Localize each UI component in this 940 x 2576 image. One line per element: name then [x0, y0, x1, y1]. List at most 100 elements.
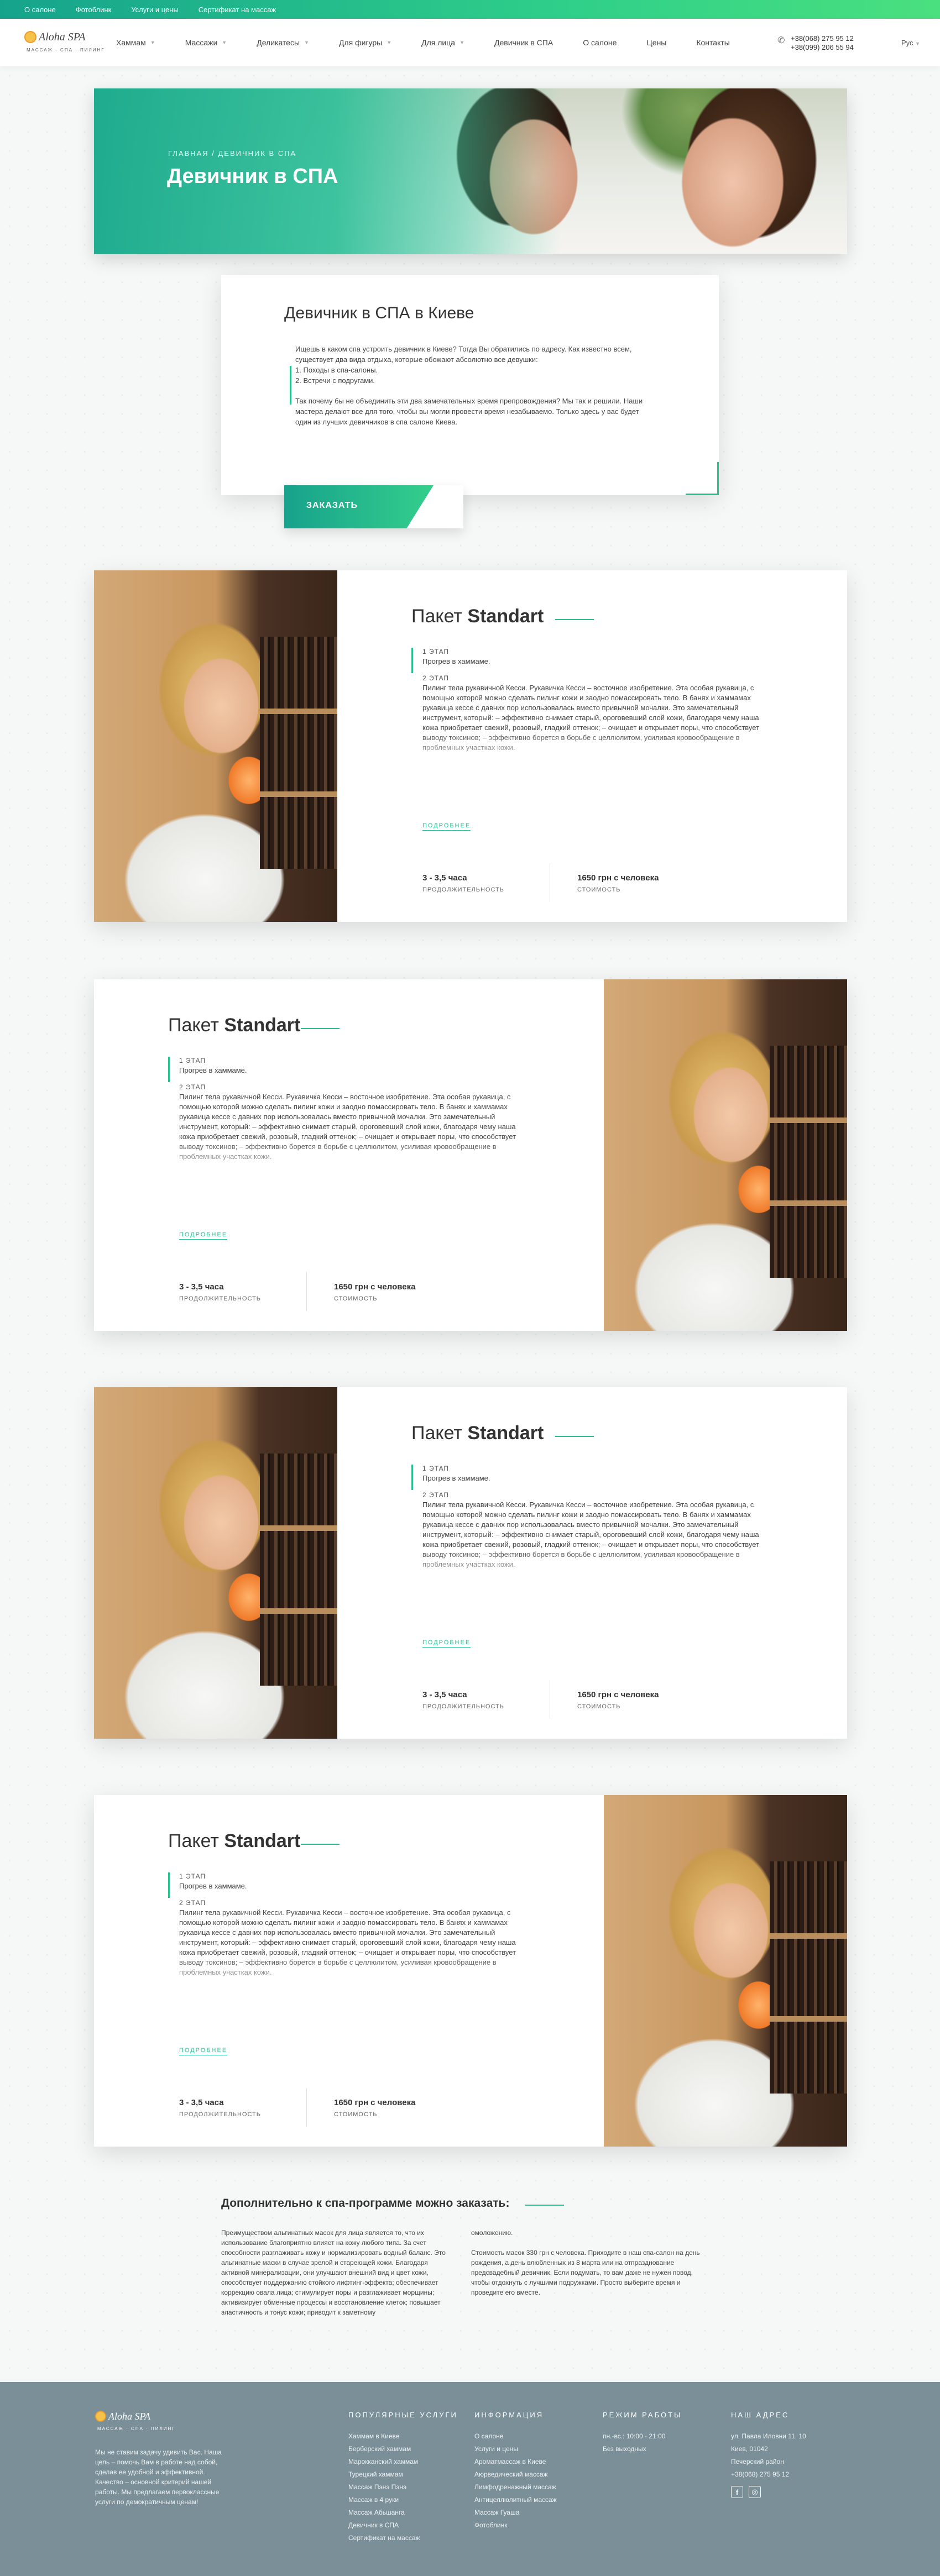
phones: ✆ +38(068) 275 95 12 +38(099) 206 55 94 [777, 34, 854, 52]
sun-icon [24, 31, 36, 43]
price-label: СТОИМОСТЬ [334, 1295, 378, 1302]
order-button[interactable]: ЗАКАЗАТЬ [284, 485, 463, 528]
footer-address: НАШ АДРЕС ул. Павла Иловни 11, 10 Киев, … [731, 2411, 806, 2481]
more-link[interactable]: ПОДРОБНЕЕ [422, 822, 471, 831]
top-link-certificate[interactable]: Сертификат на массаж [199, 6, 276, 14]
package-content: Пакет Standart 1 ЭТАП Прогрев в хаммаме. … [337, 1387, 847, 1739]
nav-label: Девичник в СПА [494, 38, 553, 47]
logo-name: Aloha SPA [108, 2411, 151, 2422]
title-line [555, 1436, 594, 1437]
package-title-name: Standart [467, 1423, 544, 1444]
phone-1[interactable]: +38(068) 275 95 12 [791, 34, 854, 43]
step-number: 1 ЭТАП [179, 1872, 206, 1880]
footer-link[interactable]: Массаж Абьшанга [348, 2506, 458, 2519]
step-number: 1 ЭТАП [422, 1465, 450, 1472]
duration-label: ПРОДОЛЖИТЕЛЬНОСТЬ [179, 1295, 261, 1302]
bookshelf [770, 1861, 847, 2094]
shelf [770, 2016, 847, 2022]
step-number: 1 ЭТАП [422, 648, 450, 655]
shelf [260, 709, 337, 714]
extras-section: Дополнительно к спа-программе можно зака… [221, 2197, 719, 2341]
duration-label: ПРОДОЛЖИТЕЛЬНОСТЬ [179, 2111, 261, 2118]
nav-item-about[interactable]: О салоне [583, 38, 617, 47]
more-link[interactable]: ПОДРОБНЕЕ [422, 1639, 471, 1648]
nav-label: Цены [646, 38, 667, 47]
top-link-photo[interactable]: Фотоблинк [76, 6, 111, 14]
bookshelf [770, 1046, 847, 1278]
extras-paragraph: омоложению. [471, 2229, 513, 2237]
footer-link[interactable]: Ароматмассаж в Киеве [474, 2456, 557, 2468]
top-link-about[interactable]: О салоне [24, 6, 56, 14]
nav-item-face[interactable]: Для лица ▼ [421, 38, 464, 47]
nav-item-figure[interactable]: Для фигуры ▼ [339, 38, 391, 47]
package-title-name: Standart [224, 1015, 301, 1036]
package-card: Пакет Standart 1 ЭТАП Прогрев в хаммаме. … [94, 1387, 847, 1739]
footer-logo[interactable]: Aloha SPA МАССАЖ · СПА · ПИЛИНГ [95, 2409, 175, 2436]
logo-name: Aloha SPA [39, 31, 86, 43]
duration-value: 3 - 3,5 часа [179, 2098, 224, 2107]
price-value: 1650 грн с человека [577, 1690, 659, 1699]
footer-link[interactable]: Хаммам в Киеве [348, 2430, 458, 2443]
duration-value: 3 - 3,5 часа [422, 1690, 467, 1699]
package-card: Пакет Standart 1 ЭТАП Прогрев в хаммаме. … [94, 570, 847, 922]
footer-hours: РЕЖИМ РАБОТЫ пн.-вс.: 10:00 - 21:00 Без … [603, 2411, 682, 2456]
phone-icon: ✆ [777, 36, 785, 45]
footer-link[interactable]: Антицеллюлитный массаж [474, 2494, 557, 2506]
nav-label: Для фигуры [338, 38, 383, 47]
footer-link[interactable]: Турецкий хаммам [348, 2468, 458, 2481]
social-links: f ◎ [731, 2486, 761, 2498]
nav-item-massages[interactable]: Массажи ▼ [185, 38, 227, 47]
bookshelf [260, 1454, 337, 1686]
package-title-name: Standart [467, 606, 544, 627]
footer-link[interactable]: Девичник в СПА [348, 2519, 458, 2532]
more-link[interactable]: ПОДРОБНЕЕ [179, 2047, 228, 2055]
footer-link[interactable]: Сертификат на массаж [348, 2532, 458, 2544]
order-button-label: ЗАКАЗАТЬ [306, 501, 358, 510]
footer-link[interactable]: Фотоблинк [474, 2519, 557, 2532]
nav-item-prices[interactable]: Цены [646, 38, 666, 47]
nav-item-delicacies[interactable]: Деликатесы ▼ [257, 38, 309, 47]
chevron-down-icon: ▼ [915, 41, 921, 46]
package-steps: 1 ЭТАП Прогрев в хаммаме. 2 ЭТАП Пилинг те… [411, 1463, 765, 1588]
bookshelf [260, 637, 337, 869]
package-title-prefix: Пакет [168, 1830, 219, 1851]
footer-link[interactable]: Массаж Пэнэ Пэнэ [348, 2481, 458, 2494]
main-nav: Хаммам ▼ Массажи ▼ Деликатесы ▼ Для фигуры ▼… [116, 19, 760, 66]
nav-item-bachelorette[interactable]: Девичник в СПА [494, 38, 553, 47]
language-select[interactable]: Рус ▼ [901, 39, 920, 47]
footer-link[interactable]: Массаж Гуаша [474, 2506, 557, 2519]
facebook-icon[interactable]: f [731, 2486, 743, 2498]
footer-text: Печерский район [731, 2458, 784, 2465]
footer-link[interactable]: Аюрведический массаж [474, 2468, 557, 2481]
shelf [260, 1608, 337, 1614]
title-line [555, 619, 594, 620]
top-link-services[interactable]: Услуги и цены [131, 6, 179, 14]
footer-link[interactable]: Марокканский хаммам [348, 2456, 458, 2468]
step-number: 2 ЭТАП [422, 674, 450, 682]
nav-label: Массажи [185, 38, 218, 47]
footer-phone[interactable]: +38(068) 275 95 12 [731, 2468, 806, 2481]
package-title-name: Standart [224, 1830, 301, 1851]
footer-link[interactable]: О салоне [474, 2430, 557, 2443]
step-text: Прогрев в хаммаме. [179, 1882, 247, 1890]
nav-item-contacts[interactable]: Контакты [696, 38, 729, 47]
intro-card: Девичник в СПА в Киеве Ищешь в каком спа… [221, 275, 719, 495]
footer-link[interactable]: Берберский хаммам [348, 2443, 458, 2456]
package-photo [94, 570, 337, 922]
intro-paragraph: Так почему бы не объединить эти два заме… [295, 397, 643, 426]
footer-text: пн.-вс.: 10:00 - 21:00 [603, 2432, 666, 2440]
package-title: Пакет Standart [168, 1830, 300, 1852]
logo[interactable]: Aloha SPA МАССАЖ · СПА · ПИЛИНГ [24, 29, 104, 56]
more-link[interactable]: ПОДРОБНЕЕ [179, 1231, 228, 1240]
phone-2[interactable]: +38(099) 206 55 94 [791, 43, 854, 52]
footer-link[interactable]: Услуги и цены [474, 2443, 557, 2456]
package-card: Пакет Standart 1 ЭТАП Прогрев в хаммаме. … [94, 1795, 847, 2147]
instagram-icon[interactable]: ◎ [749, 2486, 761, 2498]
footer-link[interactable]: Массаж в 4 руки [348, 2494, 458, 2506]
nav-item-hammam[interactable]: Хаммам ▼ [116, 38, 155, 47]
footer-link[interactable]: Лимфодренажный массаж [474, 2481, 557, 2494]
footer-heading: ИНФОРМАЦИЯ [474, 2411, 544, 2419]
breadcrumb[interactable]: ГЛАВНАЯ / ДЕВИЧНИК В СПА [168, 149, 296, 158]
title-line [301, 1028, 340, 1029]
step-text: Пилинг тела рукавичной Кесси. Рукавичка … [179, 1093, 516, 1161]
